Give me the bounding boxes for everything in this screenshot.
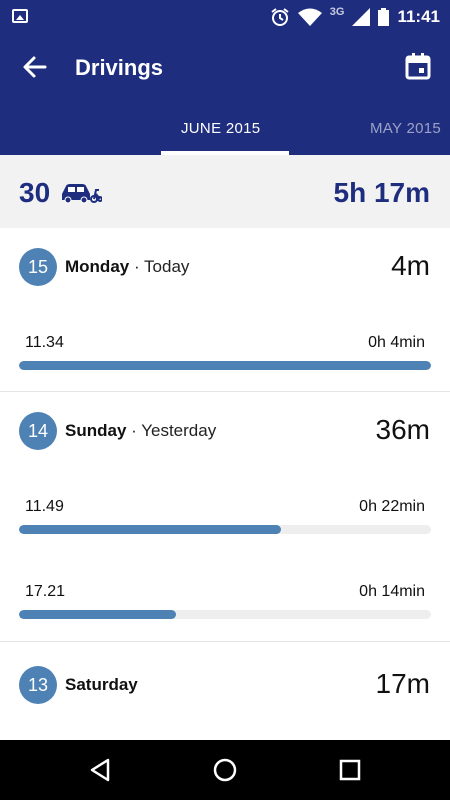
clock: 11:41 [397,7,440,26]
page-title: Drivings [75,55,164,80]
trip-duration: 0h 4min [368,334,425,351]
day-relative: · Yesterday [126,421,217,440]
day-number-badge: 15 [19,248,57,286]
day-number-badge: 13 [19,666,57,704]
day-name: Saturday [65,675,138,694]
day-section-saturday: 13 Saturday 17m [0,642,450,740]
day-section-monday: 15 Monday · Today 4m 11.34 0h 4min [0,228,450,392]
tab-may-2015[interactable]: MAY 2015 [370,120,441,137]
trip-row[interactable]: 11.49 0h 22min [0,468,450,556]
car-scooter-icon [62,184,102,204]
status-bar: 3G 11:41 [0,0,450,34]
day-name: Sunday [65,421,127,440]
day-label: Monday · Today [65,257,189,277]
day-number-badge: 14 [19,412,57,450]
trip-progress-track [19,525,431,534]
trip-progress-track [19,361,431,370]
day-total: 4m [391,250,430,281]
gallery-icon [12,9,28,23]
trip-count: 30 [19,177,51,208]
trip-start-time: 17.21 [25,583,66,600]
app-bar: Drivings JUNE 2015 MAY 2015 [0,34,450,155]
day-label: Sunday · Yesterday [65,421,216,441]
calendar-icon[interactable] [404,52,432,80]
day-total: 17m [375,668,430,699]
status-icons: 3G 11:41 [270,0,440,34]
day-name: Monday [65,257,130,276]
trip-progress-fill [19,361,431,370]
wifi-icon [297,8,322,26]
month-summary: 30 5h 17m [0,155,450,228]
system-nav-bar [0,740,450,800]
tab-june-2015[interactable]: JUNE 2015 [181,120,260,137]
back-arrow-icon[interactable] [20,52,50,82]
recents-square-icon[interactable] [335,755,365,785]
back-triangle-icon[interactable] [86,755,116,785]
trip-progress-fill [19,525,282,534]
trip-start-time: 11.34 [25,334,64,351]
alarm-icon [271,8,289,26]
signal-icon [352,8,371,26]
network-type: 3G [329,6,345,18]
day-header: 15 Monday · Today 4m [0,228,450,304]
day-label: Saturday [65,675,138,695]
trip-duration: 0h 14min [359,583,425,600]
home-circle-icon[interactable] [210,755,240,785]
day-header: 14 Sunday · Yesterday 36m [0,392,450,468]
trip-row[interactable]: 11.34 0h 4min [0,304,450,392]
day-section-sunday: 14 Sunday · Yesterday 36m 11.49 0h 22min… [0,392,450,642]
trip-start-time: 11.49 [25,498,64,515]
day-relative: · Today [129,257,190,276]
day-header: 13 Saturday 17m [0,646,450,722]
trip-row[interactable]: 17.21 0h 14min [0,553,450,641]
trip-progress-track [19,610,431,619]
battery-icon [378,8,390,26]
trip-progress-fill [19,610,176,619]
trip-duration: 0h 22min [359,498,425,515]
total-drive-time: 5h 17m [333,177,431,208]
day-total: 36m [375,414,430,445]
